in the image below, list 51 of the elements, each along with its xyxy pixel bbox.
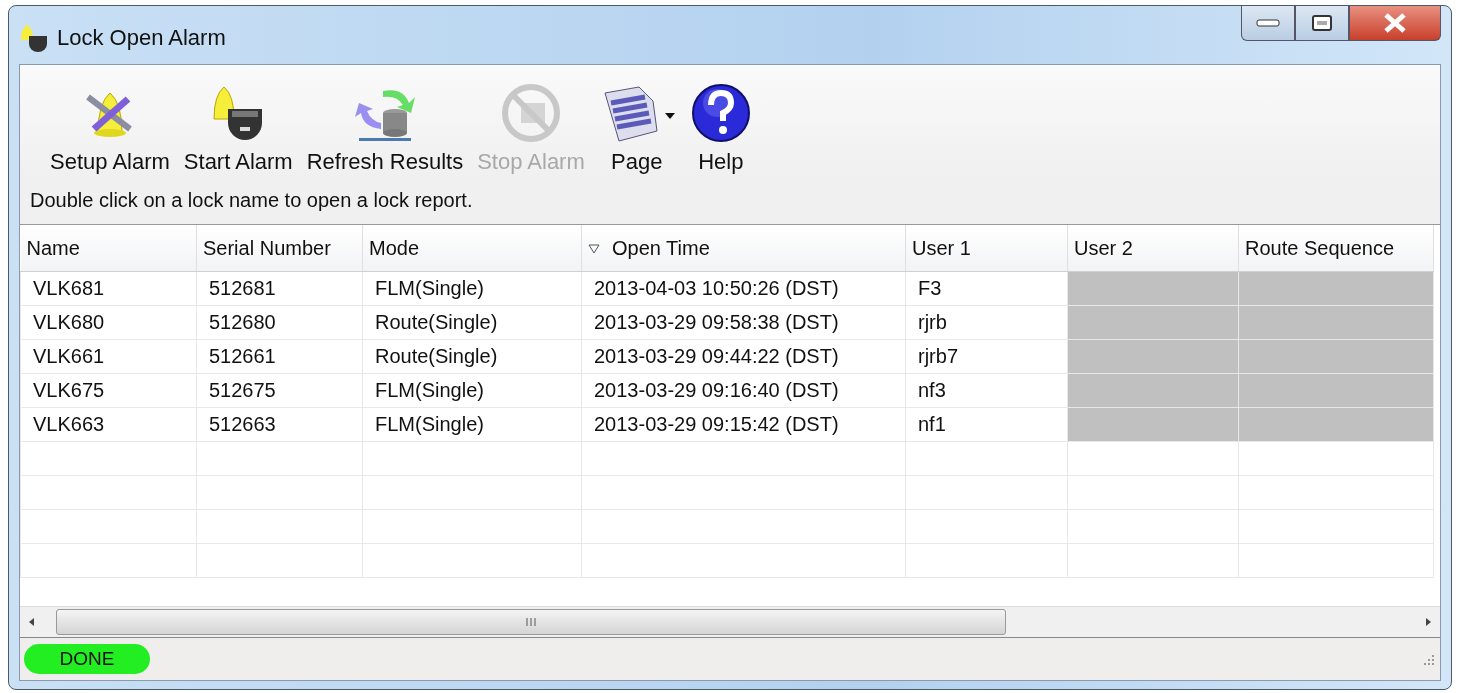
table-cell: VLK681 [20, 271, 197, 306]
column-header[interactable]: Serial Number [196, 225, 363, 272]
bell-camera-icon [19, 24, 49, 52]
table-cell: 512675 [196, 373, 363, 408]
minimize-icon [1256, 18, 1280, 28]
minimize-button[interactable] [1241, 6, 1295, 41]
column-header[interactable]: Name [20, 225, 197, 272]
column-header[interactable]: Mode [362, 225, 582, 272]
table-cell: rjrb7 [905, 339, 1068, 374]
toolbar-button[interactable]: Setup Alarm [46, 83, 174, 175]
column-header[interactable]: Open Time [581, 225, 906, 272]
close-icon [1382, 12, 1408, 34]
toolbar-button[interactable]: Start Alarm [179, 83, 297, 175]
table-cell: 512663 [196, 407, 363, 442]
toolbar-button[interactable]: Page [594, 83, 679, 175]
table-cell: Route(Single) [362, 305, 582, 340]
close-button[interactable] [1349, 6, 1441, 41]
table-cell: FLM(Single) [362, 373, 582, 408]
table-cell: 512681 [196, 271, 363, 306]
scrollbar-thumb[interactable] [56, 609, 1006, 635]
table-cell: 2013-03-29 09:16:40 (DST) [581, 373, 906, 408]
table-cell: 2013-03-29 09:15:42 (DST) [581, 407, 906, 442]
table-cell: VLK663 [20, 407, 197, 442]
table-cell: nf3 [905, 373, 1068, 408]
horizontal-scrollbar[interactable] [20, 606, 1440, 637]
maximize-button[interactable] [1295, 6, 1349, 41]
grip-icon [525, 617, 537, 627]
column-header[interactable]: User 1 [905, 225, 1068, 272]
table-cell: 2013-04-03 10:50:26 (DST) [581, 271, 906, 306]
table-cell: VLK675 [20, 373, 197, 408]
hint-text: Double click on a lock name to open a lock report. [29, 188, 474, 213]
toolbar-button[interactable]: Refresh Results [302, 83, 468, 175]
window-title: Lock Open Alarm [57, 25, 226, 51]
table-cell: 512680 [196, 305, 363, 340]
table-cell: 2013-03-29 09:58:38 (DST) [581, 305, 906, 340]
table-cell: VLK661 [20, 339, 197, 374]
table-cell: FLM(Single) [362, 271, 582, 306]
table-cell: F3 [905, 271, 1068, 306]
table-cell: VLK680 [20, 305, 197, 340]
sort-icon [588, 244, 600, 255]
table-cell: nf1 [905, 407, 1068, 442]
table-cell: FLM(Single) [362, 407, 582, 442]
column-header[interactable]: User 2 [1067, 225, 1239, 272]
toolbar-button[interactable]: Help [684, 83, 757, 175]
column-header[interactable]: Route Sequence [1238, 225, 1434, 272]
maximize-icon [1311, 14, 1333, 32]
table-cell: rjrb [905, 305, 1068, 340]
table-cell: 2013-03-29 09:44:22 (DST) [581, 339, 906, 374]
table-cell: Route(Single) [362, 339, 582, 374]
status-badge: DONE [24, 644, 150, 674]
table-cell: 512661 [196, 339, 363, 374]
